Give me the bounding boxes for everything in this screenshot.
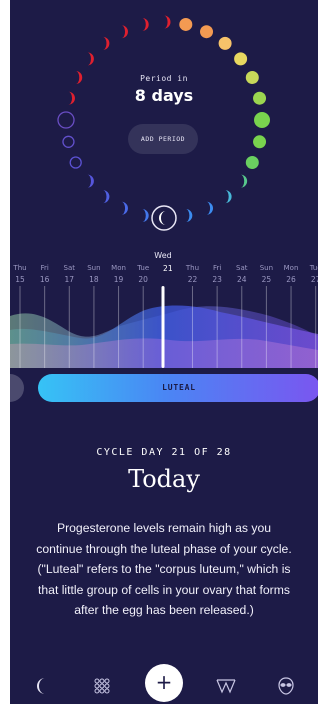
cycle-day-dot[interactable] [102,190,110,204]
cycle-day-dot[interactable] [69,156,82,169]
timeline-day[interactable]: Mon 19 [107,263,131,285]
today-marker[interactable] [161,286,165,368]
timeline-day[interactable]: Fri 16 [33,263,57,285]
timeline-weekday: Sun [87,264,101,272]
cycle-day-dot[interactable] [253,135,267,149]
timeline-date: 20 [138,275,148,284]
cycle-day-dot[interactable] [245,156,259,170]
cycle-day-dot[interactable] [185,209,193,223]
phase-description: Progesterone levels remain high as you c… [36,521,292,618]
timeline-day[interactable]: Thu 22 [180,263,204,285]
cycle-day-dot[interactable] [151,205,177,231]
timeline-day[interactable]: Fri 23 [205,263,229,285]
timeline-weekday: Mon [111,264,126,272]
cycle-ring: Period in 8 days ADD PERIOD [10,0,318,240]
timeline-weekday: Fri [40,264,49,272]
timeline-date: 27 [310,275,318,284]
cycle-day-dot[interactable] [62,135,75,148]
page-title: Today [128,465,200,493]
cycle-day-dot[interactable] [87,174,94,188]
cycle-day-dot[interactable] [57,111,75,129]
add-period-button[interactable]: ADD PERIOD [128,124,198,154]
period-in-label: Period in [140,74,188,83]
app-screen: Period in 8 days ADD PERIOD Wed Thu 15 Fri… [10,0,318,704]
cycle-day-dot[interactable] [206,201,214,215]
timeline-date: 16 [39,275,50,284]
cycle-day-dot[interactable] [218,36,232,50]
cycle-ring-graphic [57,15,270,231]
timeline-date: 18 [89,275,99,284]
cycle-day-dot[interactable] [142,209,149,223]
timeline-date: 24 [236,275,247,284]
previous-phase-bar[interactable] [10,374,24,402]
hormone-graph[interactable] [10,286,318,368]
cycle-day-dot[interactable] [240,174,248,188]
cycle-day-dot[interactable] [234,52,248,66]
timeline-date: 26 [286,275,296,284]
cycle-day-dot[interactable] [142,17,149,31]
timeline-day[interactable]: Sun 18 [82,263,106,285]
cycle-day-dot[interactable] [121,25,128,39]
period-days-count: 8 days [134,86,194,105]
cycle-day-dot[interactable] [179,17,193,31]
w-icon[interactable] [214,674,238,698]
timeline-weekday: Tue [137,264,150,272]
dots-grid-icon[interactable] [90,674,114,698]
cycle-day-dot[interactable] [225,190,232,204]
cycle-day-label: CYCLE DAY 21 OF 28 [96,447,232,458]
timeline-weekday: Tue [309,264,318,272]
moon-icon[interactable] [30,674,54,698]
cycle-day-dot[interactable] [200,25,214,39]
timeline-day[interactable]: Sat 17 [57,263,81,285]
timeline-day[interactable]: 21 [156,263,180,274]
cycle-day-dot[interactable] [254,112,270,128]
timeline-weekday: Sat [63,264,75,272]
phase-bar-luteal[interactable]: LUTEAL [38,374,318,402]
alien-icon[interactable] [274,674,298,698]
timeline-day[interactable]: Sat 24 [230,263,254,285]
timeline-date: 23 [212,275,222,284]
day-timeline[interactable]: Thu 15 Fri 16 Sat 17 Sun 18 Mon 19 Tue 20 21 Thu 22 Fri… [10,263,318,287]
timeline-date: 17 [64,275,75,284]
timeline-date: 15 [15,275,25,284]
timeline-date: 22 [187,275,198,284]
timeline-weekday: Fri [212,264,222,272]
timeline-weekday: Sat [236,264,248,272]
cycle-day-dot[interactable] [102,36,110,50]
cycle-day-dot[interactable] [87,52,94,66]
cycle-day-dot[interactable] [121,201,128,215]
timeline-weekday: Thu [185,264,200,272]
timeline-weekday: Sun [259,264,274,272]
timeline-weekday: Thu [13,264,27,272]
timeline-weekday: Mon [283,264,299,272]
timeline-date: 19 [113,275,124,284]
timeline-day[interactable]: Mon 26 [279,263,303,285]
timeline-date: 21 [163,264,173,273]
add-button[interactable]: + [145,664,183,702]
timeline-day[interactable]: Sun 25 [254,263,278,285]
cycle-day-dot[interactable] [164,15,171,29]
timeline-day[interactable]: Tue 27 [304,263,318,285]
selected-weekday: Wed [154,251,172,260]
timeline-date: 25 [261,275,272,284]
timeline-day[interactable]: Thu 15 [10,263,32,285]
timeline-day[interactable]: Tue 20 [131,263,155,285]
